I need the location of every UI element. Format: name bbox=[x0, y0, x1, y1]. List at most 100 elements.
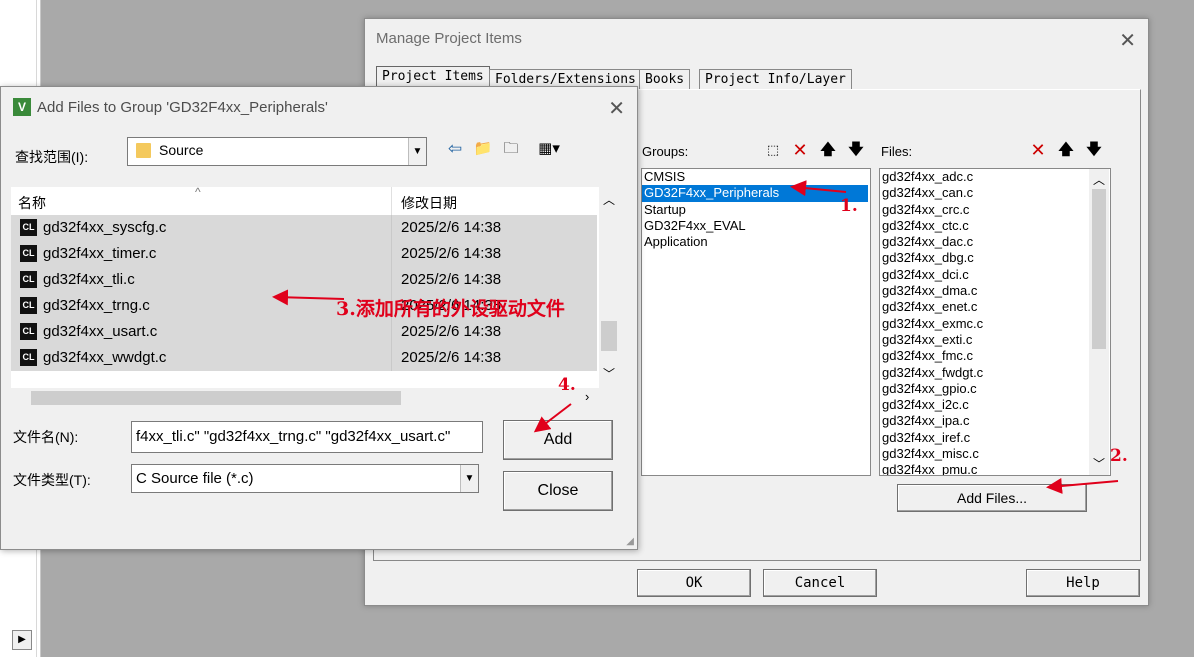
file-item[interactable]: gd32f4xx_fmc.c bbox=[880, 348, 1110, 364]
look-in-combo[interactable]: Source ▼ bbox=[127, 137, 427, 166]
hscroll-thumb[interactable] bbox=[31, 391, 401, 405]
filetype-value: C Source file (*.c) bbox=[136, 470, 254, 487]
files-scroll-thumb[interactable] bbox=[1092, 189, 1106, 349]
scroll-up-icon[interactable]: ︿ bbox=[1093, 171, 1105, 188]
keil-app-icon: V bbox=[13, 98, 31, 116]
help-button[interactable]: Help bbox=[1026, 569, 1140, 597]
file-item[interactable]: gd32f4xx_can.c bbox=[880, 185, 1110, 201]
filename-label: 文件名(N): bbox=[13, 429, 79, 445]
scroll-up-icon[interactable]: ︿ bbox=[603, 191, 615, 208]
close-icon[interactable]: ✕ bbox=[608, 96, 625, 121]
file-row[interactable]: CL gd32f4xx_syscfg.c 2025/2/6 14:38 bbox=[11, 215, 597, 241]
file-date: 2025/2/6 14:38 bbox=[401, 349, 502, 366]
file-item[interactable]: gd32f4xx_dbg.c bbox=[880, 250, 1110, 266]
c-file-icon: CL bbox=[20, 219, 37, 236]
file-name: gd32f4xx_syscfg.c bbox=[43, 219, 167, 236]
scroll-right-icon[interactable]: › bbox=[585, 389, 589, 404]
scroll-down-icon[interactable]: ﹀ bbox=[603, 365, 615, 382]
scroll-down-icon[interactable]: ﹀ bbox=[1093, 455, 1105, 472]
file-item[interactable]: gd32f4xx_exmc.c bbox=[880, 316, 1110, 332]
file-list-vscrollbar[interactable]: ︿ ﹀ bbox=[599, 187, 619, 388]
file-row[interactable]: CL gd32f4xx_tli.c 2025/2/6 14:38 bbox=[11, 267, 597, 293]
look-in-label: 查找范围(I): bbox=[15, 149, 89, 165]
file-item[interactable]: gd32f4xx_fwdgt.c bbox=[880, 365, 1110, 381]
file-item[interactable]: gd32f4xx_crc.c bbox=[880, 202, 1110, 218]
file-name: gd32f4xx_trng.c bbox=[43, 297, 150, 314]
new-folder-icon[interactable]: 🗀 bbox=[500, 138, 522, 160]
group-item[interactable]: GD32F4xx_Peripherals bbox=[642, 185, 868, 202]
ok-button[interactable]: OK bbox=[637, 569, 751, 597]
annotation-step-1: 1. bbox=[840, 196, 858, 216]
file-row[interactable]: CL gd32f4xx_wwdgt.c 2025/2/6 14:38 bbox=[11, 345, 597, 371]
look-in-value: Source bbox=[159, 142, 204, 158]
file-list-scroll-thumb[interactable] bbox=[601, 321, 617, 351]
file-name: gd32f4xx_tli.c bbox=[43, 271, 135, 288]
file-item[interactable]: gd32f4xx_adc.c bbox=[880, 169, 1110, 185]
add-files-button[interactable]: Add Files... bbox=[897, 484, 1087, 512]
close-button[interactable]: Close bbox=[503, 471, 613, 511]
group-item[interactable]: Startup bbox=[642, 202, 868, 218]
c-file-icon: CL bbox=[20, 349, 37, 366]
cancel-button[interactable]: Cancel bbox=[763, 569, 877, 597]
file-move-down-icon[interactable]: 🡇 bbox=[1083, 139, 1105, 161]
column-name[interactable]: 名称 bbox=[18, 193, 46, 213]
file-list-hscrollbar[interactable]: › bbox=[11, 388, 619, 408]
file-item[interactable]: gd32f4xx_misc.c bbox=[880, 446, 1110, 462]
chevron-down-icon[interactable]: ▼ bbox=[460, 465, 478, 492]
scroll-right-button[interactable]: ▶ bbox=[12, 630, 32, 650]
move-down-icon[interactable]: 🡇 bbox=[845, 139, 867, 161]
groups-list[interactable]: CMSIS GD32F4xx_Peripherals Startup GD32F4xx… bbox=[641, 168, 871, 476]
groups-label: Groups: bbox=[642, 144, 689, 159]
files-vscrollbar[interactable]: ︿ ﹀ bbox=[1089, 169, 1109, 475]
file-name: gd32f4xx_usart.c bbox=[43, 323, 158, 340]
sort-up-icon: ^ bbox=[195, 187, 201, 199]
file-item[interactable]: gd32f4xx_dma.c bbox=[880, 283, 1110, 299]
annotation-step-2: 2. bbox=[1110, 446, 1128, 466]
tab-project-info-layer[interactable]: Project Info/Layer bbox=[699, 69, 852, 90]
file-item[interactable]: gd32f4xx_dci.c bbox=[880, 267, 1110, 283]
filetype-combo[interactable]: C Source file (*.c) ▼ bbox=[131, 464, 479, 493]
file-item[interactable]: gd32f4xx_gpio.c bbox=[880, 381, 1110, 397]
delete-file-icon[interactable]: ✕ bbox=[1027, 139, 1049, 161]
file-row[interactable]: CL gd32f4xx_usart.c 2025/2/6 14:38 bbox=[11, 319, 597, 345]
c-file-icon: CL bbox=[20, 245, 37, 262]
file-item[interactable]: gd32f4xx_exti.c bbox=[880, 332, 1110, 348]
up-folder-icon[interactable]: 📁 bbox=[472, 138, 494, 160]
filename-input[interactable]: f4xx_tli.c" "gd32f4xx_trng.c" "gd32f4xx_… bbox=[131, 421, 483, 453]
add-button[interactable]: Add bbox=[503, 420, 613, 460]
group-item[interactable]: GD32F4xx_EVAL bbox=[642, 218, 868, 234]
group-item[interactable]: Application bbox=[642, 234, 868, 250]
new-group-icon[interactable]: ⬚ bbox=[762, 139, 784, 161]
tab-books[interactable]: Books bbox=[639, 69, 691, 90]
file-item[interactable]: gd32f4xx_ctc.c bbox=[880, 218, 1110, 234]
c-file-icon: CL bbox=[20, 323, 37, 340]
annotation-step-4: 4. bbox=[558, 375, 576, 395]
column-date[interactable]: 修改日期 bbox=[401, 193, 457, 213]
file-item[interactable]: gd32f4xx_ipa.c bbox=[880, 413, 1110, 429]
delete-group-icon[interactable]: ✕ bbox=[789, 139, 811, 161]
file-item[interactable]: gd32f4xx_i2c.c bbox=[880, 397, 1110, 413]
files-list[interactable]: gd32f4xx_adc.c gd32f4xx_can.c gd32f4xx_crc… bbox=[879, 168, 1111, 476]
file-item[interactable]: gd32f4xx_iref.c bbox=[880, 430, 1110, 446]
file-item[interactable]: gd32f4xx_enet.c bbox=[880, 299, 1110, 315]
file-list[interactable]: 名称 ^ 修改日期 CL gd32f4xx_syscfg.c 2025/2/6 14… bbox=[11, 187, 619, 388]
file-date: 2025/2/6 14:38 bbox=[401, 323, 502, 340]
move-up-icon[interactable]: 🡅 bbox=[817, 139, 839, 161]
c-file-icon: CL bbox=[20, 297, 37, 314]
file-item[interactable]: gd32f4xx_pmu.c bbox=[880, 462, 1110, 475]
files-label: Files: bbox=[881, 144, 913, 159]
close-icon[interactable]: ✕ bbox=[1119, 28, 1136, 53]
view-menu-icon[interactable]: ▦▾ bbox=[531, 138, 567, 160]
c-file-icon: CL bbox=[20, 271, 37, 288]
file-item[interactable]: gd32f4xx_dac.c bbox=[880, 234, 1110, 250]
back-icon[interactable]: ⇦ bbox=[444, 138, 466, 160]
file-date: 2025/2/6 14:38 bbox=[401, 245, 502, 262]
file-row[interactable]: CL gd32f4xx_timer.c 2025/2/6 14:38 bbox=[11, 241, 597, 267]
file-move-up-icon[interactable]: 🡅 bbox=[1055, 139, 1077, 161]
resize-grip-icon[interactable]: ◢ bbox=[626, 536, 634, 547]
group-item[interactable]: CMSIS bbox=[642, 169, 868, 185]
file-name: gd32f4xx_timer.c bbox=[43, 245, 157, 262]
dialog-title: Manage Project Items bbox=[376, 30, 522, 47]
chevron-down-icon[interactable]: ▼ bbox=[408, 138, 426, 165]
folder-icon bbox=[136, 143, 151, 158]
